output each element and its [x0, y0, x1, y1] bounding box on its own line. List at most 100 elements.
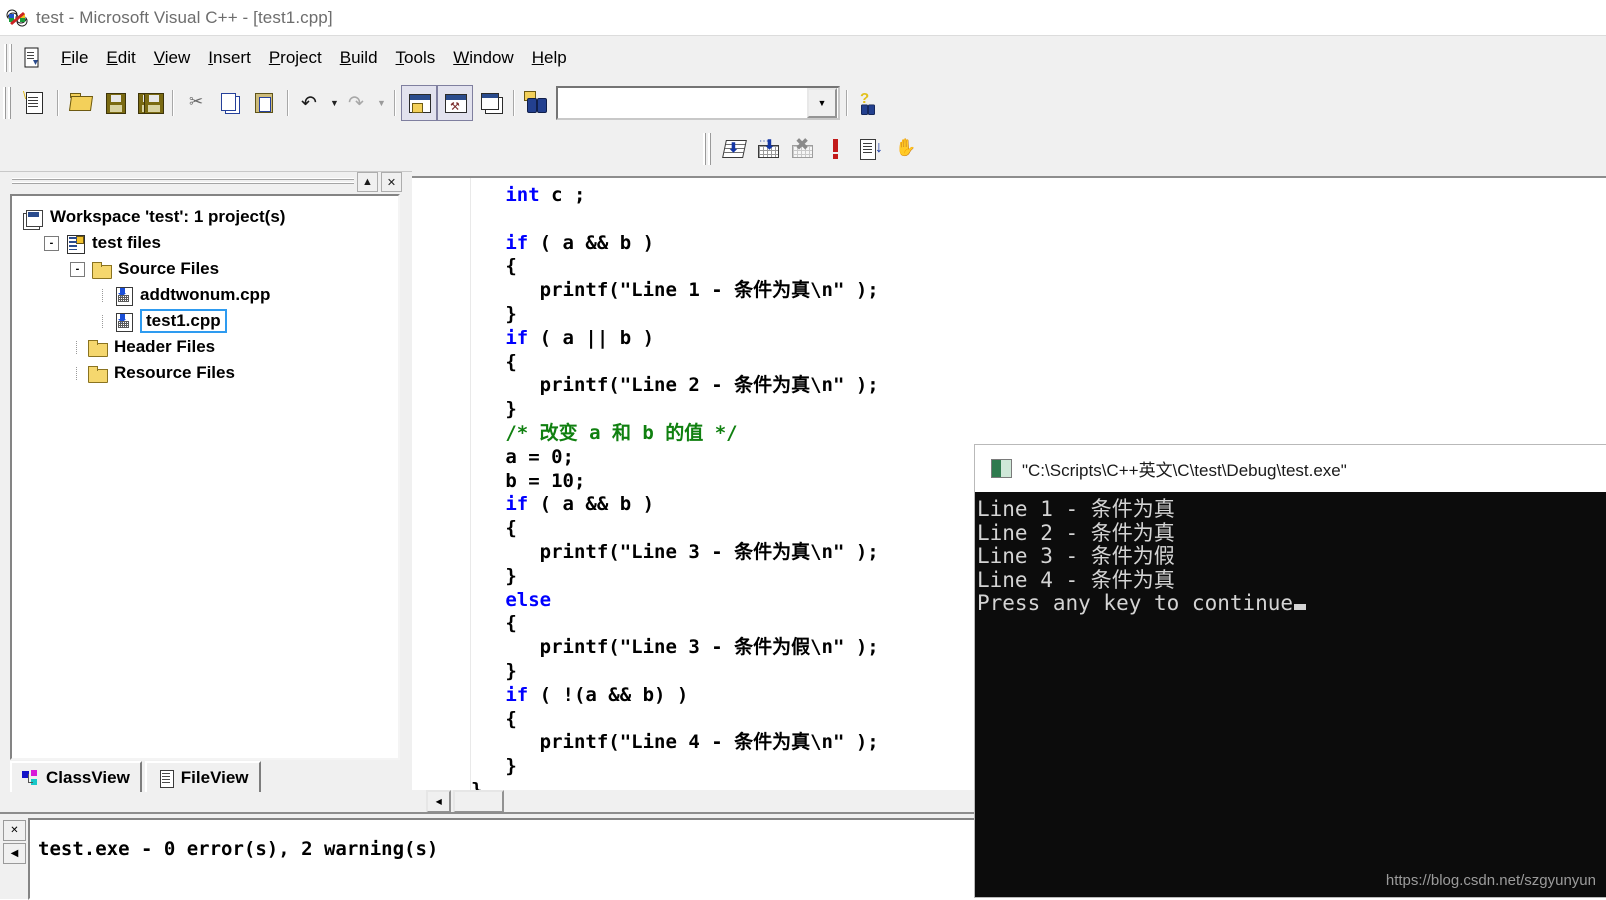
- code-keyword: else: [505, 588, 552, 611]
- save-all-icon[interactable]: [132, 86, 166, 120]
- tree-item[interactable]: - test files: [22, 230, 398, 256]
- tree-item-label: test files: [92, 233, 161, 252]
- code-line: if ( a || b ): [471, 327, 1606, 351]
- code-text: }: [471, 302, 517, 325]
- code-text: {: [471, 517, 517, 540]
- toolbar-separator: [513, 90, 514, 116]
- console-window[interactable]: "C:\Scripts\C++英文\C\test\Debug\test.exe"…: [975, 445, 1606, 897]
- workspace-icon: [22, 207, 44, 227]
- menu-item-insert[interactable]: Insert: [199, 46, 260, 70]
- tree-connector-line: [70, 366, 84, 380]
- code-comment: /* 改变 a 和 b 的值 */: [505, 421, 738, 444]
- cut-icon[interactable]: ✂: [179, 86, 213, 120]
- build-toolbar: ⬇ ⋯ ⬇ ✖ ↓ ✋: [0, 127, 1606, 172]
- menu-item-help[interactable]: Help: [523, 46, 576, 70]
- menu-drag-grip[interactable]: [4, 44, 14, 72]
- title-bar: test - Microsoft Visual C++ - [test1.cpp…: [0, 0, 1606, 35]
- code-line: }: [471, 398, 1606, 422]
- document-properties-icon[interactable]: [22, 46, 42, 70]
- execute-program-icon[interactable]: ↓: [853, 132, 887, 166]
- tree-item-label: Workspace 'test': 1 project(s): [50, 207, 286, 226]
- code-text: ( !(a && b) ): [528, 683, 689, 706]
- code-text: }: [471, 659, 517, 682]
- stop-build-icon[interactable]: [819, 132, 853, 166]
- menu-item-project[interactable]: Project: [260, 46, 331, 70]
- code-text: }: [471, 564, 517, 587]
- menu-item-tools[interactable]: Tools: [387, 46, 445, 70]
- workspace-tab-label: ClassView: [46, 767, 130, 787]
- close-output-button[interactable]: ✕: [3, 820, 26, 841]
- find-in-files-icon[interactable]: [520, 86, 554, 120]
- chevron-down-icon[interactable]: ▼: [807, 88, 837, 118]
- watermark-text: https://blog.csdn.net/szgyunyun: [1385, 872, 1596, 889]
- build-toolbar-drag-grip[interactable]: [703, 133, 712, 165]
- toolbar-separator: [287, 90, 288, 116]
- tree-item[interactable]: Header Files: [22, 334, 398, 360]
- tree-item-label: addtwonum.cpp: [140, 285, 271, 304]
- workspace-tree-view[interactable]: Workspace 'test': 1 project(s) - test file…: [10, 194, 400, 760]
- find-combo[interactable]: ▼: [556, 86, 840, 120]
- scroll-left-arrow[interactable]: ◀: [426, 790, 452, 813]
- tree-item[interactable]: Workspace 'test': 1 project(s): [22, 204, 398, 230]
- go-debug-icon[interactable]: ✋: [887, 132, 921, 166]
- window-list-icon[interactable]: [473, 86, 507, 120]
- undo-dropdown-icon[interactable]: ▼: [328, 86, 341, 120]
- horizontal-scrollbar[interactable]: ◀: [426, 790, 504, 813]
- scrollbar-thumb[interactable]: [453, 790, 504, 813]
- tree-item[interactable]: - Source Files: [22, 256, 398, 282]
- save-icon[interactable]: [98, 86, 132, 120]
- code-keyword: if: [505, 231, 529, 254]
- tree-expander-icon[interactable]: -: [44, 235, 59, 251]
- build-icon[interactable]: ⋯ ⬇: [751, 132, 785, 166]
- workspace-tab-fileview[interactable]: FileView: [144, 761, 261, 792]
- workspace-tab-label: FileView: [180, 767, 249, 787]
- menu-item-window[interactable]: Window: [444, 46, 522, 70]
- rebuild-all-icon[interactable]: ✖: [785, 132, 819, 166]
- tree-item[interactable]: Resource Files: [22, 360, 398, 386]
- search-help-icon[interactable]: ?: [853, 86, 887, 120]
- toolbar-separator: [57, 90, 58, 116]
- menu-item-file[interactable]: File: [52, 46, 97, 70]
- tree-item[interactable]: addtwonum.cpp: [22, 282, 398, 308]
- workspace-drag-grip[interactable]: [12, 177, 354, 187]
- undo-icon[interactable]: ↶: [294, 86, 328, 120]
- output-pane-buttons: ✕ ◀: [3, 820, 26, 866]
- code-line: {: [471, 255, 1606, 279]
- scroll-left-button[interactable]: ◀: [3, 843, 26, 864]
- copy-icon[interactable]: [213, 86, 247, 120]
- redo-dropdown-icon[interactable]: ▼: [375, 86, 388, 120]
- toolbar-separator: [172, 90, 173, 116]
- new-text-file-icon[interactable]: \: [17, 86, 51, 120]
- redo-icon[interactable]: ↷: [341, 86, 375, 120]
- menu-item-edit[interactable]: Edit: [97, 46, 144, 70]
- code-text: b = 10;: [471, 469, 586, 492]
- code-line: if ( a && b ): [471, 232, 1606, 256]
- toolbar-drag-grip[interactable]: [3, 87, 12, 119]
- tree-item-label: test1.cpp: [140, 309, 227, 333]
- output-toggle-icon[interactable]: ⚒: [437, 85, 473, 121]
- close-panel-button[interactable]: ✕: [381, 172, 402, 192]
- workspace-tab-classview[interactable]: ClassView: [10, 761, 142, 792]
- code-text: ( a || b ): [528, 326, 655, 349]
- tree-connector-line: [96, 314, 110, 328]
- minimize-panel-button[interactable]: ▲: [357, 172, 378, 192]
- menu-item-build[interactable]: Build: [331, 46, 387, 70]
- paste-icon[interactable]: [247, 86, 281, 120]
- menu-item-view[interactable]: View: [145, 46, 200, 70]
- code-line: printf("Line 1 - 条件为真\n" );: [471, 279, 1606, 303]
- compile-icon[interactable]: ⬇: [717, 132, 751, 166]
- open-icon[interactable]: [64, 86, 98, 120]
- code-text: {: [471, 612, 517, 635]
- project-icon: [64, 234, 86, 254]
- code-keyword: int: [505, 184, 540, 206]
- tree-item[interactable]: test1.cpp: [22, 308, 398, 334]
- workspace-toggle-icon[interactable]: [401, 85, 437, 121]
- tree-expander-icon[interactable]: -: [70, 261, 85, 277]
- code-line: printf("Line 2 - 条件为真\n" );: [471, 374, 1606, 398]
- code-text: ( a && b ): [528, 231, 655, 254]
- console-title-bar[interactable]: "C:\Scripts\C++英文\C\test\Debug\test.exe": [975, 445, 1606, 492]
